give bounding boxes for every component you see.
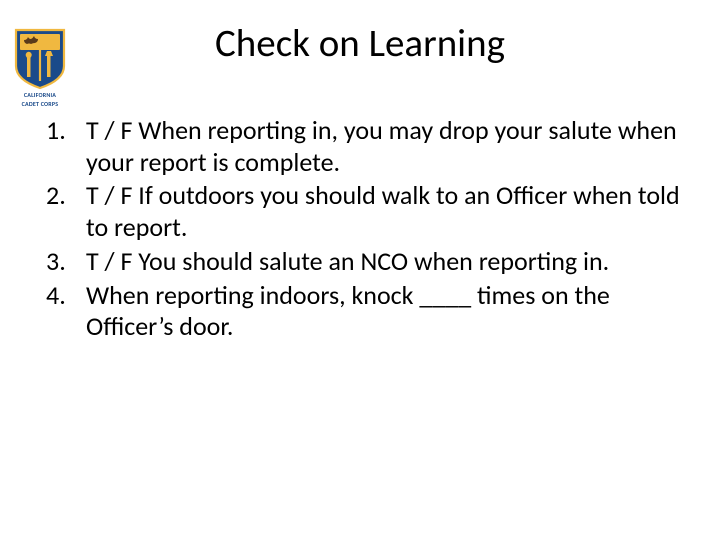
list-item: T / F When reporting in, you may drop yo… [36,115,690,178]
question-list: T / F When reporting in, you may drop yo… [36,115,690,343]
list-item: T / F You should salute an NCO when repo… [36,246,690,278]
shield-icon [14,28,66,90]
logo-text-line2: CADET CORPS [22,101,59,108]
page-title: Check on Learning [0,20,720,67]
organization-logo: CALIFORNIA CADET CORPS [12,28,68,107]
question-list-container: T / F When reporting in, you may drop yo… [0,115,720,343]
logo-text-line1: CALIFORNIA [24,92,56,99]
list-item: T / F If outdoors you should walk to an … [36,180,690,243]
list-item: When reporting indoors, knock ____ times… [36,280,690,343]
